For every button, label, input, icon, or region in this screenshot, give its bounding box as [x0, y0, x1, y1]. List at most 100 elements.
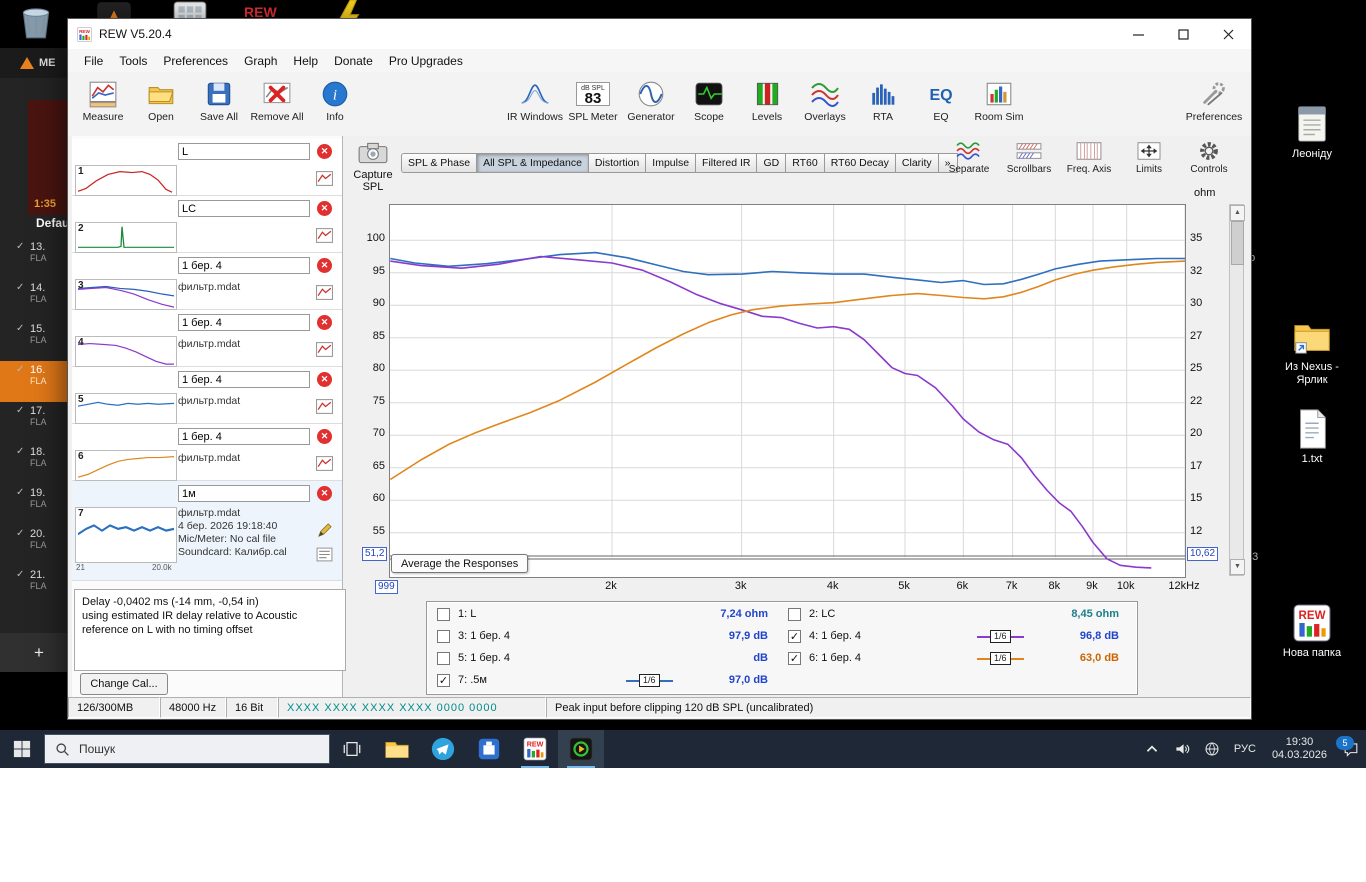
desktop-icon-item[interactable]: REW Нова папка	[1266, 602, 1358, 660]
clock[interactable]: 19:30 04.03.2026	[1263, 730, 1336, 768]
toolbar-rta-button[interactable]: RTA	[854, 74, 912, 134]
average-responses-button[interactable]: Average the Responses	[391, 554, 529, 573]
scroll-down-arrow[interactable]: ▼	[1230, 559, 1245, 575]
toolbar-spl-meter-button[interactable]: dB SPL 83 SPL Meter	[564, 74, 622, 134]
legend-checkbox[interactable]	[437, 630, 450, 643]
delete-measurement-button[interactable]: ✕	[317, 201, 332, 216]
close-button[interactable]	[1206, 19, 1251, 49]
graph-vertical-scrollbar[interactable]: ▲ ▼	[1229, 204, 1245, 576]
scrollbar-thumb[interactable]	[1231, 221, 1244, 265]
mini-graph-icon[interactable]	[316, 171, 333, 186]
separate-button[interactable]: Separate	[941, 138, 997, 175]
toolbar-remove-all-button[interactable]: Remove All	[248, 74, 306, 134]
mini-graph-icon[interactable]	[316, 456, 333, 471]
toolbar-open-button[interactable]: Open	[132, 74, 190, 134]
start-button[interactable]	[0, 730, 44, 768]
playlist-add-button[interactable]: +	[0, 633, 67, 672]
taskbar-store-icon[interactable]	[466, 730, 512, 768]
measurement-item-1[interactable]: ✕1	[72, 139, 342, 196]
measurement-item-5[interactable]: ✕ 5 фильтр.mdat	[72, 367, 342, 424]
delete-measurement-button[interactable]: ✕	[317, 486, 332, 501]
titlebar[interactable]: REW REW V5.20.4	[68, 19, 1251, 50]
delete-measurement-button[interactable]: ✕	[317, 315, 332, 330]
toolbar-overlays-button[interactable]: Overlays	[796, 74, 854, 134]
x-axis-start-limit[interactable]: 999	[375, 580, 398, 594]
edit-pencil-icon[interactable]	[316, 523, 333, 538]
volume-icon[interactable]	[1167, 730, 1197, 768]
menu-donate[interactable]: Donate	[326, 52, 381, 70]
minimize-button[interactable]	[1116, 19, 1161, 49]
measurement-name-field[interactable]	[178, 314, 310, 331]
measurement-name-field[interactable]	[178, 371, 310, 388]
measurement-name-field[interactable]	[178, 428, 310, 445]
delete-measurement-button[interactable]: ✕	[317, 429, 332, 444]
desktop-icon-1-txt[interactable]: 1.txt	[1266, 408, 1358, 466]
toolbar-preferences-button[interactable]: Preferences	[1185, 74, 1243, 134]
desktop-icon-nexus[interactable]: Из Nexus - Ярлик	[1266, 316, 1358, 387]
smoothing-control[interactable]: 1/6	[977, 629, 1024, 644]
measurement-name-field[interactable]	[178, 200, 310, 217]
menu-pro-upgrades[interactable]: Pro Upgrades	[381, 52, 471, 70]
playlist-item-19[interactable]: ✓ 19. FLA	[0, 484, 67, 525]
tab-rt60-decay[interactable]: RT60 Decay	[824, 153, 896, 173]
toolbar-ir-windows-button[interactable]: IR Windows	[506, 74, 564, 134]
toolbar-levels-button[interactable]: Levels	[738, 74, 796, 134]
toolbar-measure-button[interactable]: Measure	[74, 74, 132, 134]
toolbar-eq-button[interactable]: EQ EQ	[912, 74, 970, 134]
menu-graph[interactable]: Graph	[236, 52, 285, 70]
legend-checkbox[interactable]: ✓	[437, 674, 450, 687]
limits-button[interactable]: Limits	[1121, 138, 1177, 175]
playlist-item-14[interactable]: ✓ 14. FLA	[0, 279, 67, 320]
playlist-item-20[interactable]: ✓ 20. FLA	[0, 525, 67, 566]
measurement-item-2[interactable]: ✕2	[72, 196, 342, 253]
taskbar-recorder-icon[interactable]	[558, 730, 604, 768]
legend-checkbox[interactable]	[437, 608, 450, 621]
measurement-item-4[interactable]: ✕ 4 фильтр.mdat	[72, 310, 342, 367]
action-center-icon[interactable]: 5	[1336, 730, 1366, 768]
measurement-name-field[interactable]	[178, 143, 310, 160]
toolbar-room-sim-button[interactable]: Room Sim	[970, 74, 1028, 134]
measurement-item-3[interactable]: ✕ 3 фильтр.mdat	[72, 253, 342, 310]
mini-graph-icon[interactable]	[316, 399, 333, 414]
legend-checkbox[interactable]: ✓	[788, 652, 801, 665]
playlist-item-17[interactable]: ✓ 17. FLA	[0, 402, 67, 443]
delete-measurement-button[interactable]: ✕	[317, 372, 332, 387]
toolbar-scope-button[interactable]: Scope	[680, 74, 738, 134]
tray-chevron-icon[interactable]	[1137, 730, 1167, 768]
controls-button[interactable]: Controls	[1181, 138, 1237, 175]
desktop-icon-item[interactable]: Леоніду	[1266, 103, 1358, 161]
delete-measurement-button[interactable]: ✕	[317, 144, 332, 159]
menu-tools[interactable]: Tools	[111, 52, 155, 70]
measurement-item-7[interactable]: ✕ 7 фильтр.mdat4 бер. 2026 19:18:40Mic/Met…	[72, 481, 342, 581]
mini-graph-icon[interactable]	[316, 228, 333, 243]
freq-axis-button[interactable]: Freq. Axis	[1061, 138, 1117, 175]
taskbar-rew-icon[interactable]: REW	[512, 730, 558, 768]
playlist-item-15[interactable]: ✓ 15. FLA	[0, 320, 67, 361]
toolbar-generator-button[interactable]: Generator	[622, 74, 680, 134]
task-view-button[interactable]	[330, 730, 374, 768]
right-axis-lower-limit[interactable]: 10,62	[1187, 547, 1219, 561]
menu-preferences[interactable]: Preferences	[155, 52, 236, 70]
change-cal-button[interactable]: Change Cal...	[80, 673, 168, 695]
tab-spl-phase[interactable]: SPL & Phase	[401, 153, 478, 173]
background-player-app[interactable]: ME 1:35 Default ✓13.FLA✓14.FLA✓15.FLA✓16…	[0, 48, 67, 672]
notes-icon[interactable]	[316, 547, 333, 562]
playlist-item-18[interactable]: ✓ 18. FLA	[0, 443, 67, 484]
smoothing-control[interactable]: 1/6	[626, 673, 673, 688]
recycle-bin-icon[interactable]	[14, 0, 58, 42]
menu-help[interactable]: Help	[285, 52, 326, 70]
scrollbars-button[interactable]: Scrollbars	[1001, 138, 1057, 175]
measurement-name-field[interactable]	[178, 257, 310, 274]
tab-distortion[interactable]: Distortion	[588, 153, 647, 173]
measurement-name-field[interactable]	[178, 485, 310, 502]
delete-measurement-button[interactable]: ✕	[317, 258, 332, 273]
toolbar-info-button[interactable]: i Info	[306, 74, 364, 134]
tab-impulse[interactable]: Impulse	[646, 153, 697, 173]
tab-clarity[interactable]: Clarity	[895, 153, 939, 173]
tab-all-spl-impedance[interactable]: All SPL & Impedance	[477, 153, 589, 173]
legend-checkbox[interactable]	[788, 608, 801, 621]
tab-filtered-ir[interactable]: Filtered IR	[696, 153, 758, 173]
menu-file[interactable]: File	[76, 52, 111, 70]
maximize-button[interactable]	[1161, 19, 1206, 49]
language-indicator[interactable]: РУС	[1227, 730, 1263, 768]
